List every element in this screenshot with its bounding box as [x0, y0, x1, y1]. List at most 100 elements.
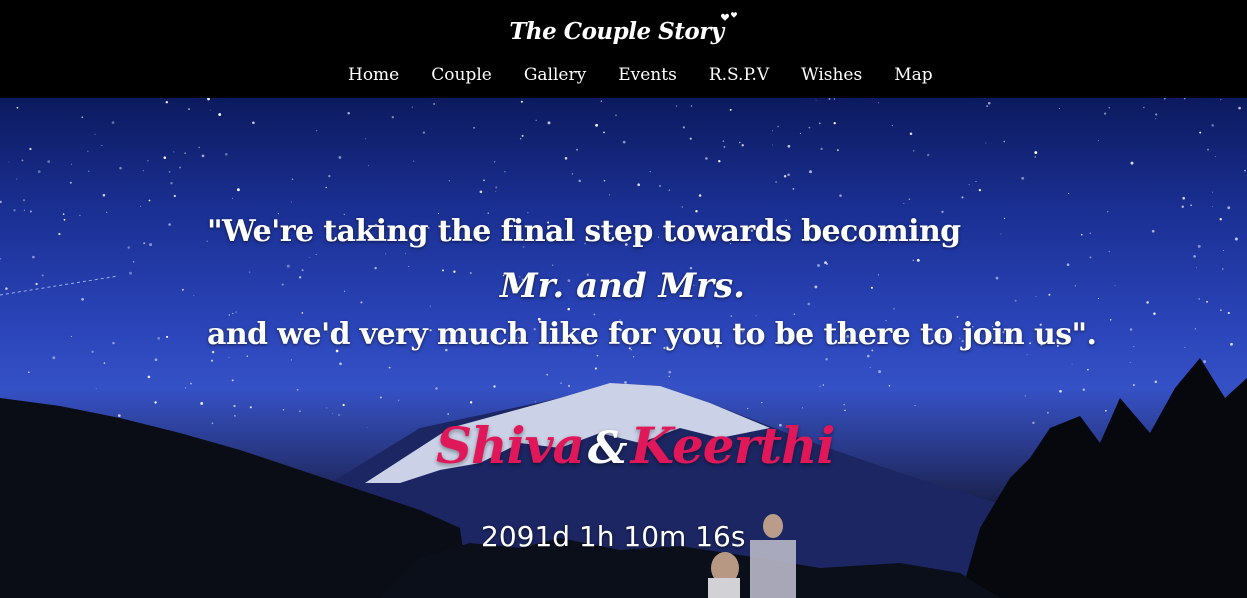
star [1047, 411, 1049, 414]
star [249, 406, 252, 409]
star [1071, 363, 1073, 365]
star [1089, 232, 1091, 234]
nav-home[interactable]: Home [348, 63, 399, 89]
star [877, 102, 880, 104]
star [433, 103, 435, 105]
star [1003, 140, 1005, 143]
nav-events[interactable]: Events [618, 63, 677, 89]
star [1220, 99, 1222, 101]
hero-section: "We're taking the final step towards bec… [0, 98, 1247, 598]
star [822, 384, 825, 386]
ampersand: & [587, 423, 628, 474]
star [388, 366, 391, 369]
star [41, 274, 44, 277]
star [29, 147, 32, 151]
star [1211, 206, 1213, 207]
star [668, 370, 672, 374]
nav-couple[interactable]: Couple [431, 63, 492, 89]
star [58, 232, 61, 236]
star [787, 144, 791, 148]
star [338, 156, 342, 159]
star [379, 396, 382, 399]
star [207, 98, 210, 101]
star [23, 209, 25, 211]
star [504, 170, 506, 173]
star [546, 373, 549, 376]
star [567, 384, 571, 387]
star [95, 388, 97, 390]
star [47, 160, 51, 163]
star [564, 156, 568, 160]
star [232, 312, 234, 315]
nav-wishes[interactable]: Wishes [801, 63, 862, 89]
star [1190, 204, 1192, 207]
star [70, 163, 73, 165]
star [52, 356, 56, 360]
star [825, 358, 828, 361]
star [521, 134, 524, 137]
star [469, 271, 472, 275]
star [723, 145, 726, 148]
star [308, 256, 310, 258]
brand-logo[interactable]: The Couple Story [509, 8, 737, 45]
star [1105, 409, 1107, 412]
star [741, 144, 744, 147]
star [495, 191, 497, 193]
star [799, 132, 801, 134]
star [761, 402, 763, 404]
shooting-star [0, 275, 119, 296]
star [231, 197, 233, 199]
star [228, 314, 230, 316]
couple-names: Shiva&Keerthi [436, 416, 836, 475]
star [453, 270, 456, 273]
star [325, 186, 327, 189]
nav-rspv[interactable]: R.S.P.V [709, 63, 769, 89]
star [649, 171, 651, 173]
star [903, 203, 905, 205]
star [184, 152, 186, 154]
star [519, 138, 522, 140]
star [535, 119, 537, 121]
star [820, 147, 823, 151]
star [94, 133, 96, 135]
star [448, 180, 450, 182]
star [190, 382, 192, 385]
star [1234, 237, 1238, 241]
star [166, 335, 169, 338]
star [112, 341, 115, 345]
star [298, 276, 302, 279]
star [148, 199, 151, 202]
star [218, 113, 222, 116]
star [236, 188, 240, 192]
star [622, 140, 626, 144]
star [596, 354, 599, 357]
star [1227, 311, 1230, 315]
star [347, 112, 350, 115]
bride-name: Keerthi [630, 416, 836, 475]
star [296, 388, 299, 391]
star [117, 414, 121, 417]
star [28, 371, 30, 374]
nav-gallery[interactable]: Gallery [524, 63, 586, 89]
star [961, 196, 964, 199]
star [571, 173, 574, 175]
star [201, 154, 205, 158]
star [163, 156, 167, 159]
star [168, 223, 171, 226]
star [179, 166, 182, 169]
star [301, 312, 304, 314]
star [1133, 346, 1135, 348]
star [1211, 124, 1215, 127]
star [211, 422, 214, 425]
brand-title: The Couple Story [509, 18, 724, 45]
star [165, 100, 169, 104]
star [908, 198, 911, 201]
star [1154, 380, 1158, 384]
nav-map[interactable]: Map [894, 63, 932, 89]
star [101, 144, 103, 147]
star [339, 362, 342, 366]
star [825, 262, 829, 266]
star [888, 385, 891, 387]
star [705, 157, 708, 160]
star [520, 100, 523, 103]
